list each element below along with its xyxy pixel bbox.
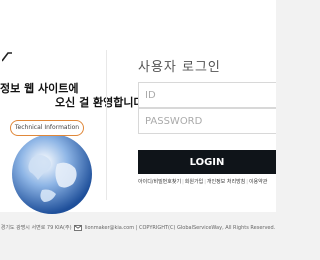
- footer-separator: |: [135, 225, 138, 231]
- divider: [106, 50, 107, 200]
- privacy-policy-link[interactable]: 개인정보 처리방침: [207, 179, 245, 185]
- login-title: 사용자 로그인: [138, 60, 221, 75]
- footer-email[interactable]: lionmaker@kia.com: [85, 225, 134, 231]
- id-input[interactable]: [138, 82, 276, 108]
- footer-address: 경기도 광명시 서면로 79 KIA(주): [0, 225, 72, 231]
- password-input[interactable]: [138, 108, 276, 134]
- technical-info-bubble[interactable]: Technical Information: [10, 120, 84, 136]
- footer: 경기도 광명시 서면로 79 KIA(주) lionmaker@kia.com …: [0, 224, 276, 231]
- welcome-heading-line2: 오신 걸 환영합니다: [55, 96, 144, 109]
- signup-link[interactable]: 회원가입: [185, 179, 203, 185]
- login-button[interactable]: LOGIN: [138, 150, 276, 174]
- mail-icon: [74, 224, 83, 231]
- terms-link[interactable]: 이용약관: [249, 179, 267, 185]
- brand-logo-icon: [2, 52, 12, 62]
- help-links: 아이디/비밀번호찾기|회원가입|개인정보 처리방침|이용약관: [138, 178, 267, 185]
- footer-copyright: COPYRIGHT(C) GlobalServiceWay, All Right…: [139, 225, 276, 231]
- find-id-password-link[interactable]: 아이디/비밀번호찾기: [138, 179, 181, 185]
